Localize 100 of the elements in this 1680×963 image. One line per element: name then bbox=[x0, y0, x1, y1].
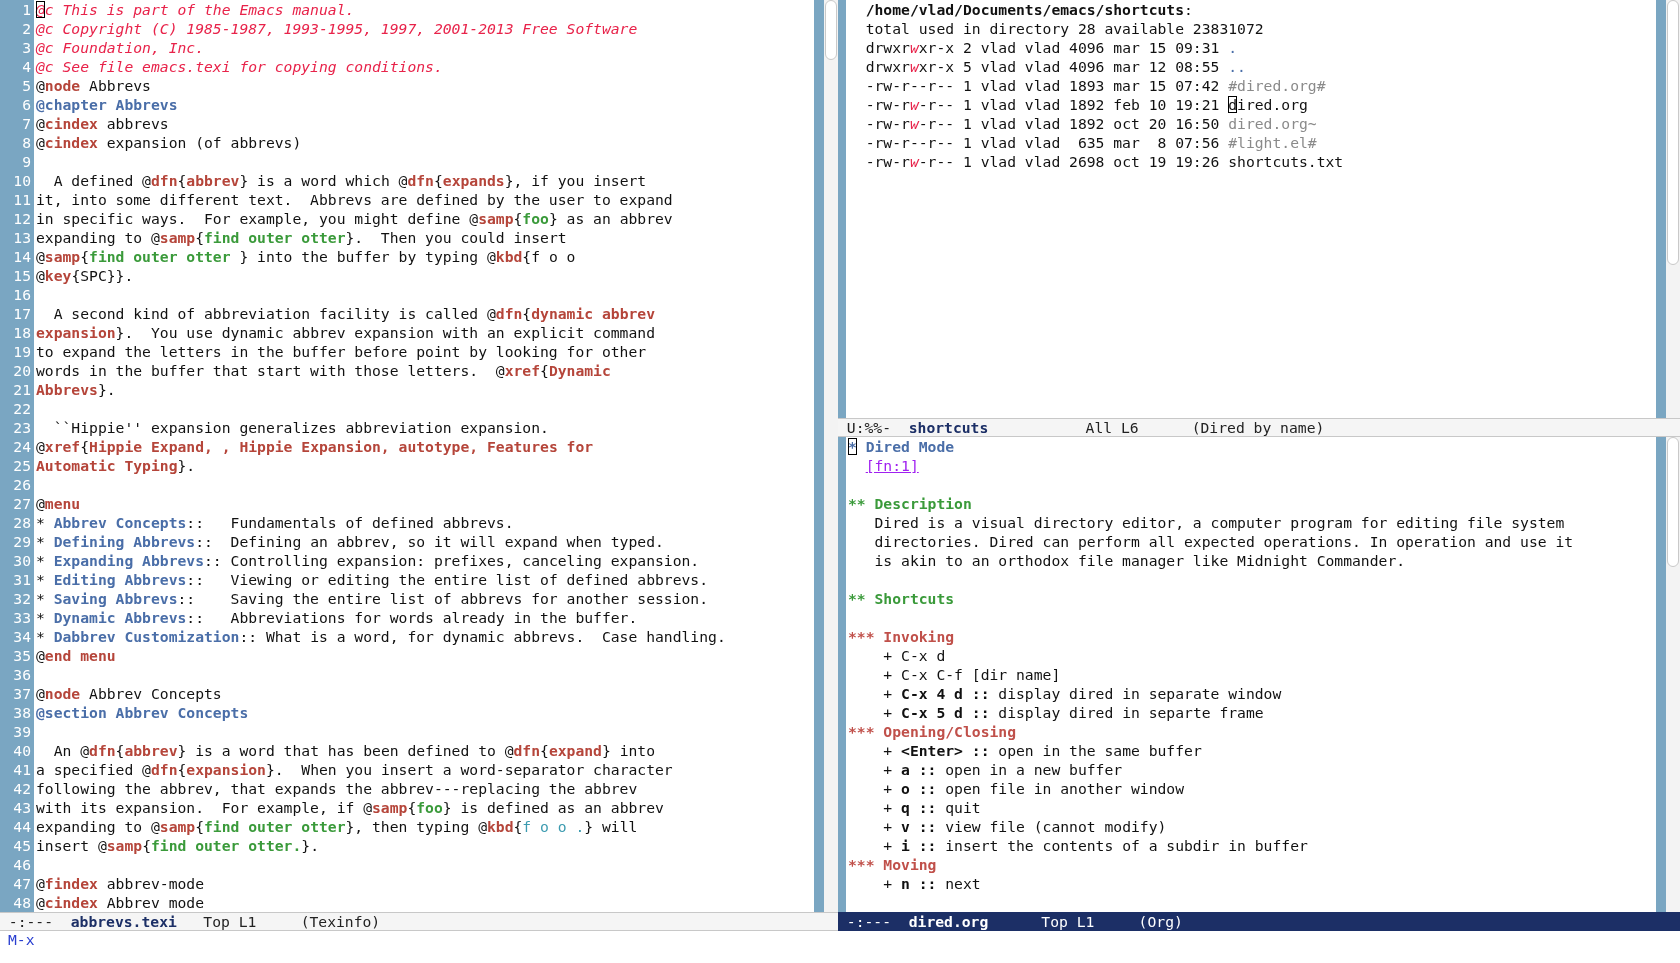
line-number: 28 bbox=[12, 513, 32, 532]
code-line: + <Enter> :: open in the same buffer bbox=[882, 741, 1202, 760]
code-line: *** Opening/Closing bbox=[848, 722, 1016, 741]
line-number: 42 bbox=[12, 779, 32, 798]
line-number: 31 bbox=[12, 570, 32, 589]
code-line: a specified @dfn{expansion}. When you insert a word-separator character bbox=[36, 760, 673, 779]
line-number: 26 bbox=[12, 475, 32, 494]
code-line: @xref{Hippie Expand, , Hippie Expansion, autotype, Features for bbox=[36, 437, 594, 456]
code-line: * Dired Mode bbox=[848, 437, 955, 456]
code-line: * Defining Abbrevs:: Defining an abbrev, so it will expand when typed. bbox=[36, 532, 664, 551]
line-number: 19 bbox=[12, 342, 32, 361]
line-number: 11 bbox=[12, 190, 32, 209]
line-number: 12 bbox=[12, 209, 32, 228]
code-line: @menu bbox=[36, 494, 81, 513]
code-line: * Expanding Abbrevs:: Controlling expansion: prefixes, canceling expansion. bbox=[36, 551, 700, 570]
code-line: Automatic Typing}. bbox=[36, 456, 196, 475]
code-line: -rw-rw-r-- 1 vlad vlad 1892 feb 10 19:21 dired.org bbox=[864, 95, 1308, 114]
code-line: @c Foundation, Inc. bbox=[36, 38, 204, 57]
buffer-name: abbrevs.texi bbox=[70, 913, 177, 930]
scrollbar[interactable] bbox=[1656, 0, 1680, 418]
scrollbar-thumb[interactable] bbox=[1667, 0, 1679, 265]
code-line: to expand the letters in the buffer before point by looking for other bbox=[36, 342, 647, 361]
line-number: 2 bbox=[21, 19, 32, 38]
code-line: [fn:1] bbox=[864, 456, 919, 475]
code-line: + n :: next bbox=[882, 874, 981, 893]
line-number: 20 bbox=[12, 361, 32, 380]
line-number: 5 bbox=[21, 76, 32, 95]
line-number: 22 bbox=[12, 399, 32, 418]
line-number: 46 bbox=[12, 855, 32, 874]
code-line: -rw-r--r-- 1 vlad vlad 635 mar 8 07:56 #light.el# bbox=[864, 133, 1317, 152]
line-number: 27 bbox=[12, 494, 32, 513]
code-line: @cindex Abbrev mode bbox=[36, 893, 205, 912]
code-line: insert @samp{find outer otter.}. bbox=[36, 836, 319, 855]
line-number: 21 bbox=[12, 380, 32, 399]
line-number: 45 bbox=[12, 836, 32, 855]
code-line: + C-x d bbox=[882, 646, 946, 665]
code-line: words in the buffer that start with those letters. @xref{Dynamic bbox=[36, 361, 611, 380]
line-number: 47 bbox=[12, 874, 32, 893]
scrollbar[interactable] bbox=[1656, 437, 1680, 912]
line-number: 33 bbox=[12, 608, 32, 627]
cursor-position: Top L1 bbox=[1041, 913, 1095, 930]
code-line: + C-x 5 d :: display dired in separte frame bbox=[882, 703, 1264, 722]
line-number: 3 bbox=[21, 38, 32, 57]
code-line: @node Abbrevs bbox=[36, 76, 151, 95]
code-line: @c Copyright (C) 1985-1987, 1993-1995, 1997, 2001-2013 Free Software bbox=[36, 19, 638, 38]
code-line: is akin to an orthodox file manager like Midnight Commander. bbox=[873, 551, 1406, 570]
code-line: Dired is a visual directory editor, a computer program for editing file system bbox=[873, 513, 1565, 532]
code-line: ``Hippie'' expansion generalizes abbreviation expansion. bbox=[52, 418, 549, 437]
line-number: 23 bbox=[12, 418, 32, 437]
code-line: Abbrevs}. bbox=[36, 380, 116, 399]
line-number: 10 bbox=[12, 171, 32, 190]
scrollbar-thumb[interactable] bbox=[825, 0, 837, 60]
code-line: + i :: insert the contents of a subdir in buffer bbox=[882, 836, 1308, 855]
line-number: 8 bbox=[21, 133, 32, 152]
code-line: *** Invoking bbox=[848, 627, 955, 646]
line-number: 25 bbox=[12, 456, 32, 475]
code-line: An @dfn{abbrev} is a word that has been defined to @dfn{expand} into bbox=[52, 741, 656, 760]
line-number: 15 bbox=[12, 266, 32, 285]
code-line: * Dynamic Abbrevs:: Abbreviations for words already in the buffer. bbox=[36, 608, 638, 627]
line-number: 9 bbox=[21, 152, 32, 171]
line-number: 35 bbox=[12, 646, 32, 665]
code-line: + a :: open in a new buffer bbox=[882, 760, 1123, 779]
code-line: + C-x C-f [dir name] bbox=[882, 665, 1061, 684]
line-number: 38 bbox=[12, 703, 32, 722]
code-line: * Abbrev Concepts:: Fundamentals of defined abbrevs. bbox=[36, 513, 514, 532]
code-line: ** Shortcuts bbox=[848, 589, 955, 608]
code-line: * Dabbrev Customization:: What is a word, for dynamic abbrevs. Case handling. bbox=[36, 627, 726, 646]
cursor-position: Top L1 bbox=[203, 913, 257, 930]
scrollbar-thumb[interactable] bbox=[1667, 437, 1679, 567]
code-line: + q :: quit bbox=[882, 798, 981, 817]
code-line: -rw-rw-r-- 1 vlad vlad 1892 oct 20 16:50 dired.org~ bbox=[864, 114, 1317, 133]
line-number: 30 bbox=[12, 551, 32, 570]
buffer-status: U:%%- bbox=[846, 419, 892, 436]
code-line: expanding to @samp{find outer otter}. Then you could insert bbox=[36, 228, 567, 247]
code-line: @section Abbrev Concepts bbox=[36, 703, 249, 722]
line-number: 24 bbox=[12, 437, 32, 456]
minibuffer-prompt: M-x bbox=[8, 931, 35, 948]
code-line: * Saving Abbrevs:: Saving the entire list of abbrevs for another session. bbox=[36, 589, 709, 608]
line-number: 14 bbox=[12, 247, 32, 266]
buffer-status: -:--- bbox=[846, 913, 892, 930]
code-line: @end menu bbox=[36, 646, 116, 665]
code-line: drwxrwxr-x 2 vlad vlad 4096 mar 15 09:31 . bbox=[864, 38, 1238, 57]
line-number: 48 bbox=[12, 893, 32, 912]
scrollbar[interactable] bbox=[814, 0, 838, 912]
code-line: -rw-rw-r-- 1 vlad vlad 2698 oct 19 19:26 shortcuts.txt bbox=[864, 152, 1344, 171]
code-line: @node Abbrev Concepts bbox=[36, 684, 222, 703]
line-number: 41 bbox=[12, 760, 32, 779]
line-number: 36 bbox=[12, 665, 32, 684]
code-line: expanding to @samp{find outer otter}, then typing @kbd{f o o .} will bbox=[36, 817, 638, 836]
line-number: 37 bbox=[12, 684, 32, 703]
code-line: drwxrwxr-x 5 vlad vlad 4096 mar 12 08:55 .. bbox=[864, 57, 1246, 76]
code-line: in specific ways. For example, you might define @samp{foo} as an abbrev bbox=[36, 209, 673, 228]
code-line: A second kind of abbreviation facility is called @dfn{dynamic abbrev bbox=[52, 304, 655, 323]
line-number: 34 bbox=[12, 627, 32, 646]
major-mode: (Texinfo) bbox=[300, 913, 381, 930]
line-number: 44 bbox=[12, 817, 32, 836]
code-line: A defined @dfn{abbrev} is a word which @dfn{expands}, if you insert bbox=[52, 171, 647, 190]
code-line: + C-x 4 d :: display dired in separate window bbox=[882, 684, 1282, 703]
code-line: directories. Dired can perform all expected operations. In operation and use it bbox=[873, 532, 1574, 551]
cursor-position: All L6 bbox=[1085, 419, 1139, 436]
